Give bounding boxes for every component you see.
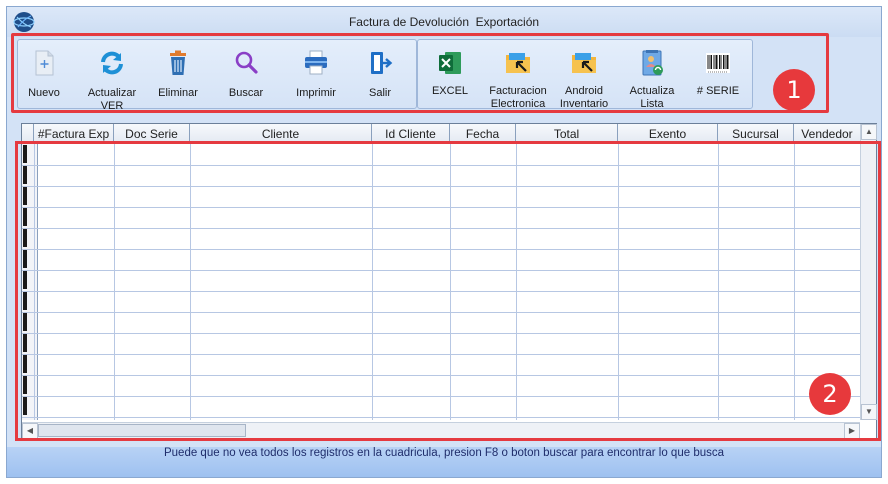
application-window: Factura de Devolución Exportación Nuevo … bbox=[6, 6, 882, 478]
annotation-badge-toolbar: 1 bbox=[773, 69, 815, 111]
grid-highlight bbox=[15, 141, 881, 441]
toolbar-highlight bbox=[11, 33, 829, 113]
window-title: Factura de Devolución Exportación bbox=[348, 15, 540, 29]
status-hint: Puede que no vea todos los registros en … bbox=[163, 447, 725, 459]
annotation-badge-grid: 2 bbox=[809, 373, 851, 415]
scroll-up-arrow-icon[interactable]: ▲ bbox=[861, 124, 877, 140]
